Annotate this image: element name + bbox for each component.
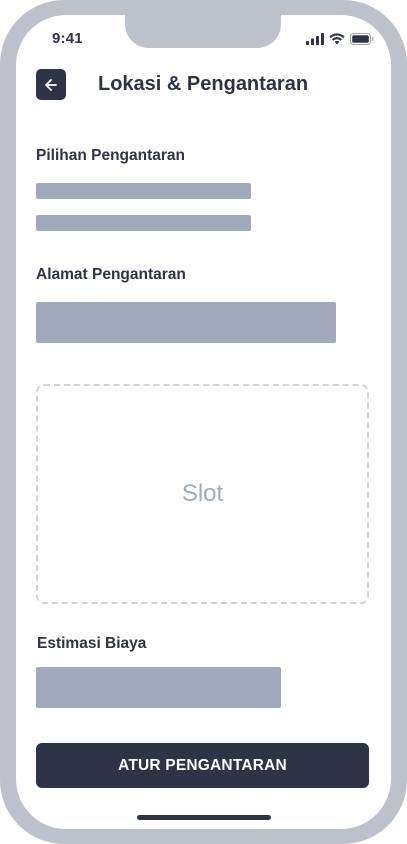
page-title: Lokasi & Pengantaran — [98, 73, 309, 95]
delivery-options-label: Pilihan Pengantaran — [36, 147, 186, 164]
set-delivery-button[interactable]: ATUR PENGANTARAN — [36, 743, 369, 788]
cellular-signal-icon — [306, 33, 324, 45]
delivery-address-field[interactable] — [36, 302, 336, 343]
home-indicator — [137, 815, 271, 820]
status-icons — [306, 32, 374, 46]
phone-frame: 9:41 Lokasi & Pengantaran Pilihan Pengan… — [0, 0, 407, 844]
delivery-option-placeholder-2[interactable] — [36, 215, 251, 231]
content-slot: Slot — [36, 384, 369, 604]
back-button[interactable] — [36, 69, 66, 100]
cost-estimate-label: Estimasi Biaya — [37, 635, 147, 652]
battery-icon — [350, 33, 374, 45]
arrow-left-icon — [45, 78, 57, 91]
status-time: 9:41 — [52, 30, 83, 47]
device-notch — [125, 15, 281, 48]
delivery-address-label: Alamat Pengantaran — [36, 266, 186, 283]
delivery-option-placeholder-1[interactable] — [36, 183, 251, 199]
cost-estimate-value — [36, 667, 281, 708]
slot-label: Slot — [181, 480, 224, 507]
wifi-icon — [329, 33, 345, 45]
